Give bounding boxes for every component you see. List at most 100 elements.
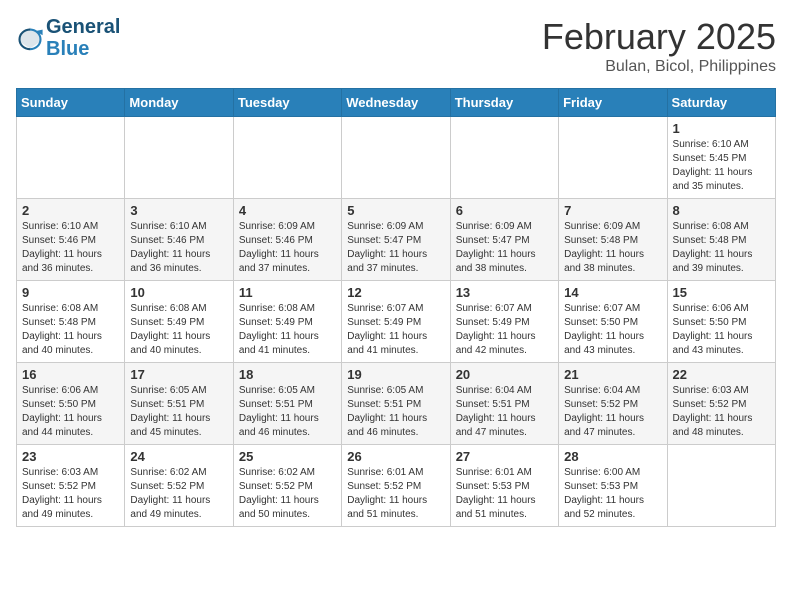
calendar-cell: 3 Sunrise: 6:10 AM Sunset: 5:46 PM Daylig… — [125, 199, 233, 281]
calendar-cell: 10 Sunrise: 6:08 AM Sunset: 5:49 PM Dayli… — [125, 281, 233, 363]
calendar-cell: 1Sunrise: 6:10 AM Sunset: 5:45 PM Daylig… — [667, 117, 775, 199]
cell-info: Sunrise: 6:05 AM Sunset: 5:51 PM Dayligh… — [239, 384, 336, 440]
calendar-cell: 7Sunrise: 6:09 AM Sunset: 5:48 PM Daylig… — [559, 199, 667, 281]
cell-info: Sunrise: 6:04 AM Sunset: 5:52 PM Dayligh… — [564, 384, 661, 440]
weekday-header: Tuesday — [233, 89, 341, 117]
day-number: 16 — [22, 367, 119, 382]
cell-info: Sunrise: 6:05 AM Sunset: 5:51 PM Dayligh… — [130, 384, 227, 440]
page-header: General Blue February 2025 Bulan, Bicol,… — [16, 16, 776, 76]
day-number: 28 — [564, 449, 661, 464]
day-number: 15 — [673, 285, 770, 300]
day-number: 23 — [22, 449, 119, 464]
cell-info: Sunrise: 6:03 AM Sunset: 5:52 PM Dayligh… — [673, 384, 770, 440]
calendar-table: SundayMondayTuesdayWednesdayThursdayFrid… — [16, 88, 776, 527]
day-number: 10 — [130, 285, 227, 300]
day-number: 21 — [564, 367, 661, 382]
cell-info: Sunrise: 6:07 AM Sunset: 5:49 PM Dayligh… — [456, 302, 553, 358]
cell-info: Sunrise: 6:04 AM Sunset: 5:51 PM Dayligh… — [456, 384, 553, 440]
cell-info: Sunrise: 6:09 AM Sunset: 5:46 PM Dayligh… — [239, 220, 336, 276]
day-number: 20 — [456, 367, 553, 382]
cell-info: Sunrise: 6:09 AM Sunset: 5:47 PM Dayligh… — [347, 220, 444, 276]
day-number: 22 — [673, 367, 770, 382]
day-number: 24 — [130, 449, 227, 464]
weekday-header: Thursday — [450, 89, 558, 117]
logo: General Blue — [16, 16, 120, 60]
weekday-header: Wednesday — [342, 89, 450, 117]
calendar-cell: 9 Sunrise: 6:08 AM Sunset: 5:48 PM Daylig… — [17, 281, 125, 363]
cell-info: Sunrise: 6:05 AM Sunset: 5:51 PM Dayligh… — [347, 384, 444, 440]
calendar-cell: 4 Sunrise: 6:09 AM Sunset: 5:46 PM Daylig… — [233, 199, 341, 281]
calendar-week-row: 1Sunrise: 6:10 AM Sunset: 5:45 PM Daylig… — [17, 117, 776, 199]
cell-info: Sunrise: 6:06 AM Sunset: 5:50 PM Dayligh… — [22, 384, 119, 440]
day-number: 13 — [456, 285, 553, 300]
cell-info: Sunrise: 6:01 AM Sunset: 5:53 PM Dayligh… — [456, 466, 553, 522]
location: Bulan, Bicol, Philippines — [542, 58, 776, 76]
cell-info: Sunrise: 6:03 AM Sunset: 5:52 PM Dayligh… — [22, 466, 119, 522]
day-number: 5 — [347, 203, 444, 218]
calendar-cell: 15 Sunrise: 6:06 AM Sunset: 5:50 PM Dayli… — [667, 281, 775, 363]
calendar-header-row: SundayMondayTuesdayWednesdayThursdayFrid… — [17, 89, 776, 117]
calendar-cell: 19 Sunrise: 6:05 AM Sunset: 5:51 PM Dayli… — [342, 363, 450, 445]
cell-info: Sunrise: 6:10 AM Sunset: 5:45 PM Dayligh… — [673, 138, 770, 194]
cell-info: Sunrise: 6:09 AM Sunset: 5:48 PM Dayligh… — [564, 220, 661, 276]
weekday-header: Friday — [559, 89, 667, 117]
day-number: 9 — [22, 285, 119, 300]
calendar-cell: 26 Sunrise: 6:01 AM Sunset: 5:52 PM Dayli… — [342, 445, 450, 527]
cell-info: Sunrise: 6:01 AM Sunset: 5:52 PM Dayligh… — [347, 466, 444, 522]
calendar-cell: 12Sunrise: 6:07 AM Sunset: 5:49 PM Dayli… — [342, 281, 450, 363]
calendar-cell: 8 Sunrise: 6:08 AM Sunset: 5:48 PM Daylig… — [667, 199, 775, 281]
day-number: 26 — [347, 449, 444, 464]
day-number: 3 — [130, 203, 227, 218]
calendar-cell — [450, 117, 558, 199]
calendar-cell: 5 Sunrise: 6:09 AM Sunset: 5:47 PM Daylig… — [342, 199, 450, 281]
cell-info: Sunrise: 6:02 AM Sunset: 5:52 PM Dayligh… — [239, 466, 336, 522]
calendar-cell: 27 Sunrise: 6:01 AM Sunset: 5:53 PM Dayli… — [450, 445, 558, 527]
day-number: 27 — [456, 449, 553, 464]
weekday-header: Sunday — [17, 89, 125, 117]
calendar-cell: 14 Sunrise: 6:07 AM Sunset: 5:50 PM Dayli… — [559, 281, 667, 363]
day-number: 12 — [347, 285, 444, 300]
day-number: 6 — [456, 203, 553, 218]
cell-info: Sunrise: 6:08 AM Sunset: 5:49 PM Dayligh… — [130, 302, 227, 358]
cell-info: Sunrise: 6:08 AM Sunset: 5:48 PM Dayligh… — [22, 302, 119, 358]
calendar-cell: 13 Sunrise: 6:07 AM Sunset: 5:49 PM Dayli… — [450, 281, 558, 363]
calendar-cell: 23 Sunrise: 6:03 AM Sunset: 5:52 PM Dayli… — [17, 445, 125, 527]
calendar-cell: 20 Sunrise: 6:04 AM Sunset: 5:51 PM Dayli… — [450, 363, 558, 445]
calendar-cell: 2Sunrise: 6:10 AM Sunset: 5:46 PM Daylig… — [17, 199, 125, 281]
title-block: February 2025 Bulan, Bicol, Philippines — [542, 16, 776, 76]
calendar-cell: 28Sunrise: 6:00 AM Sunset: 5:53 PM Dayli… — [559, 445, 667, 527]
cell-info: Sunrise: 6:08 AM Sunset: 5:48 PM Dayligh… — [673, 220, 770, 276]
day-number: 19 — [347, 367, 444, 382]
cell-info: Sunrise: 6:06 AM Sunset: 5:50 PM Dayligh… — [673, 302, 770, 358]
cell-info: Sunrise: 6:08 AM Sunset: 5:49 PM Dayligh… — [239, 302, 336, 358]
cell-info: Sunrise: 6:09 AM Sunset: 5:47 PM Dayligh… — [456, 220, 553, 276]
cell-info: Sunrise: 6:10 AM Sunset: 5:46 PM Dayligh… — [130, 220, 227, 276]
day-number: 8 — [673, 203, 770, 218]
calendar-cell: 11 Sunrise: 6:08 AM Sunset: 5:49 PM Dayli… — [233, 281, 341, 363]
logo-line2: Blue — [46, 38, 120, 60]
calendar-cell: 17Sunrise: 6:05 AM Sunset: 5:51 PM Dayli… — [125, 363, 233, 445]
weekday-header: Monday — [125, 89, 233, 117]
day-number: 14 — [564, 285, 661, 300]
cell-info: Sunrise: 6:07 AM Sunset: 5:50 PM Dayligh… — [564, 302, 661, 358]
month-year: February 2025 — [542, 16, 776, 58]
day-number: 11 — [239, 285, 336, 300]
calendar-cell — [342, 117, 450, 199]
cell-info: Sunrise: 6:02 AM Sunset: 5:52 PM Dayligh… — [130, 466, 227, 522]
day-number: 2 — [22, 203, 119, 218]
calendar-week-row: 23 Sunrise: 6:03 AM Sunset: 5:52 PM Dayli… — [17, 445, 776, 527]
weekday-header: Saturday — [667, 89, 775, 117]
calendar-cell — [233, 117, 341, 199]
calendar-cell: 21 Sunrise: 6:04 AM Sunset: 5:52 PM Dayli… — [559, 363, 667, 445]
calendar-cell: 22 Sunrise: 6:03 AM Sunset: 5:52 PM Dayli… — [667, 363, 775, 445]
logo-icon — [16, 24, 44, 52]
day-number: 4 — [239, 203, 336, 218]
calendar-cell — [125, 117, 233, 199]
calendar-cell: 24 Sunrise: 6:02 AM Sunset: 5:52 PM Dayli… — [125, 445, 233, 527]
calendar-cell: 25 Sunrise: 6:02 AM Sunset: 5:52 PM Dayli… — [233, 445, 341, 527]
calendar-cell: 6 Sunrise: 6:09 AM Sunset: 5:47 PM Daylig… — [450, 199, 558, 281]
calendar-cell — [559, 117, 667, 199]
day-number: 25 — [239, 449, 336, 464]
calendar-cell — [667, 445, 775, 527]
calendar-cell: 18Sunrise: 6:05 AM Sunset: 5:51 PM Dayli… — [233, 363, 341, 445]
